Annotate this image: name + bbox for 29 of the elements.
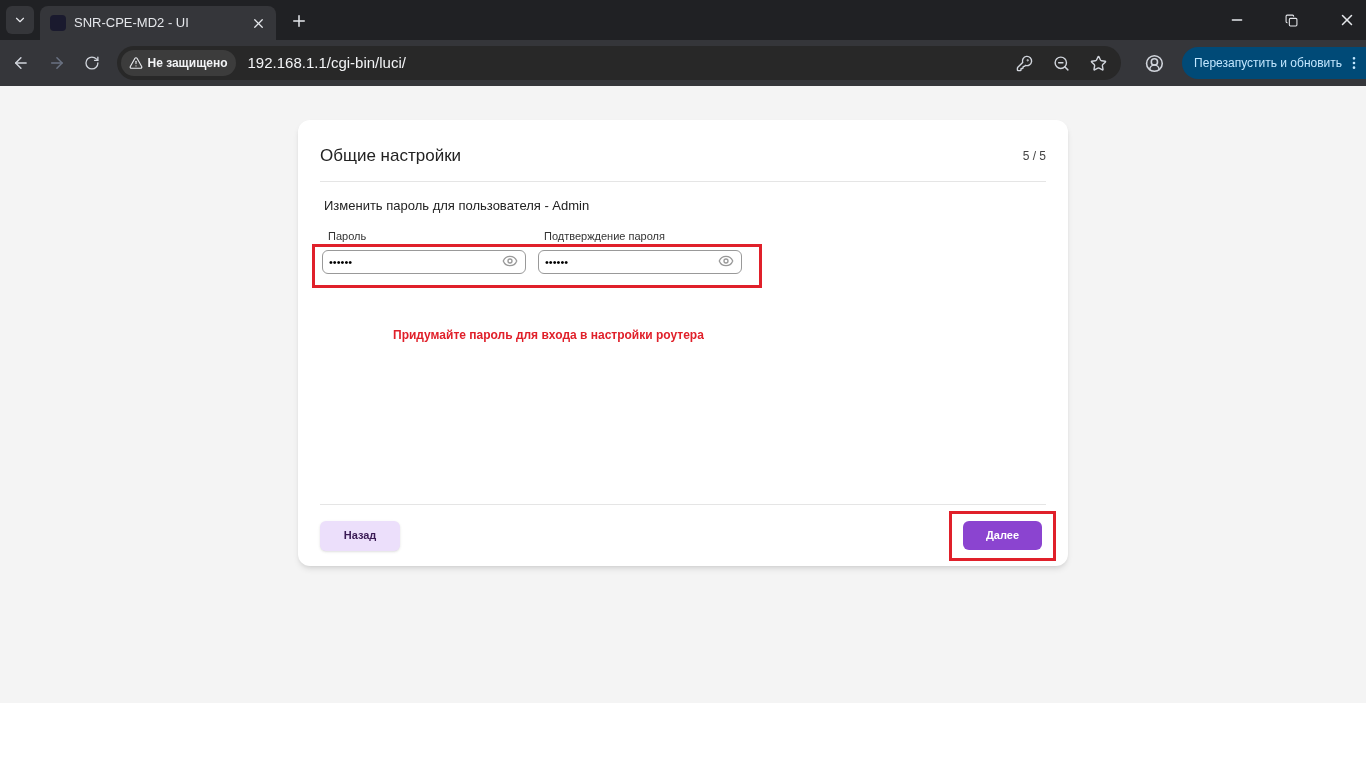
bookmark-star-icon[interactable] <box>1090 54 1108 72</box>
eye-icon[interactable] <box>718 253 734 269</box>
profile-icon[interactable] <box>1145 53 1165 73</box>
back-button[interactable]: Назад <box>320 520 400 551</box>
next-button[interactable]: Далее <box>963 521 1042 550</box>
password-field[interactable]: •••••• <box>322 250 526 274</box>
new-tab-icon[interactable] <box>290 12 308 30</box>
zoom-icon[interactable] <box>1053 54 1071 72</box>
site-favicon-icon <box>50 15 66 31</box>
security-chip[interactable]: Не защищено <box>121 50 236 76</box>
address-bar[interactable]: Не защищено 192.168.1.1/cgi-bin/luci/ <box>117 46 1122 80</box>
field-label: Пароль <box>328 228 368 244</box>
key-icon[interactable] <box>1016 54 1034 72</box>
warning-icon <box>129 56 144 70</box>
password-field[interactable]: •••••• <box>538 250 742 274</box>
eye-icon[interactable] <box>502 253 518 269</box>
tab-title: SNR-CPE-MD2 - UI <box>74 14 190 33</box>
browser-tab[interactable]: SNR-CPE-MD2 - UI <box>40 6 276 40</box>
annotation-text: Придумайте пароль для входа в настройки роутера <box>393 327 705 344</box>
restore-icon[interactable] <box>1285 13 1298 27</box>
update-button[interactable]: Перезапустить и обновить <box>1182 47 1366 79</box>
field-label: Подтверждение пароля <box>544 228 666 244</box>
tab-list-button[interactable] <box>6 6 34 34</box>
card-title: Общие настройки <box>320 144 462 167</box>
back-icon[interactable] <box>12 54 30 72</box>
url-text: 192.168.1.1/cgi-bin/luci/ <box>247 52 407 73</box>
reload-icon[interactable] <box>83 55 100 71</box>
step-counter: 5 / 5 <box>1022 147 1046 165</box>
subtitle-text: Изменить пароль для пользователя - Admin <box>324 197 591 215</box>
